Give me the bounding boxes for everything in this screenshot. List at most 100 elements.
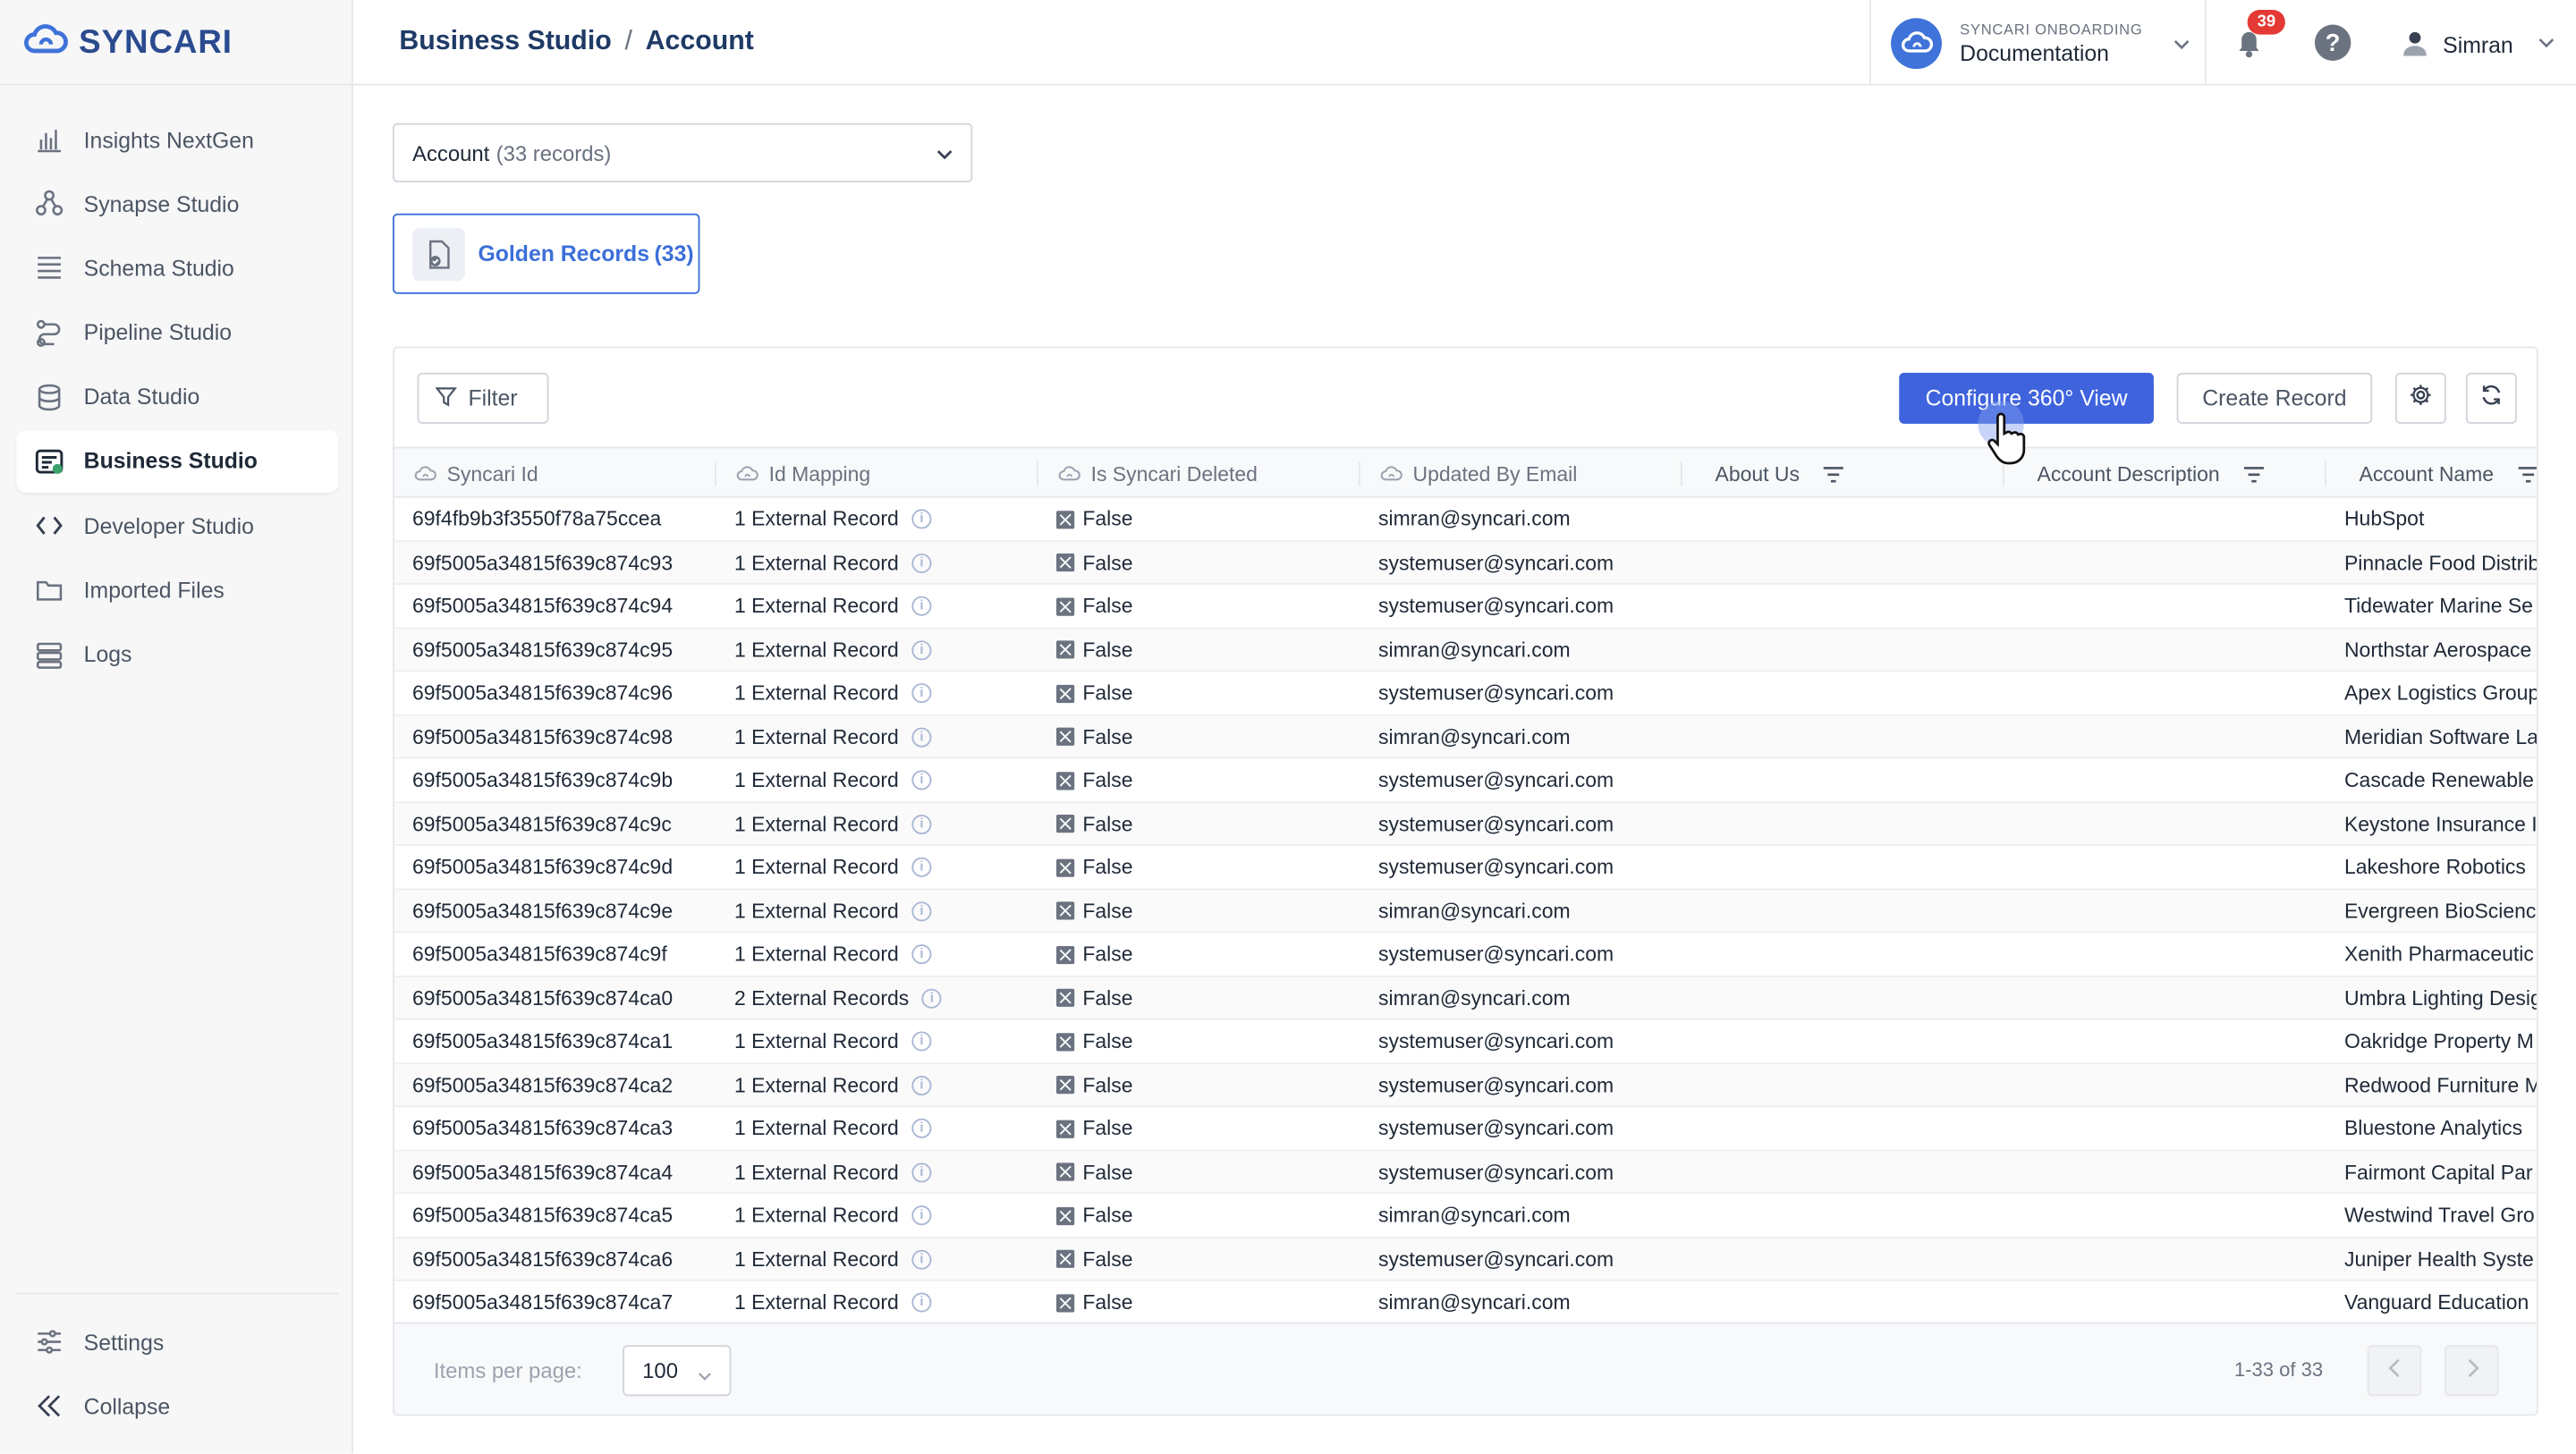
- table-row[interactable]: 69f5005a34815f639c874ca5 1 External Recor…: [394, 1194, 2537, 1238]
- table-cell[interactable]: 69f5005a34815f639c874ca1: [412, 1020, 716, 1063]
- breadcrumb-item-business-studio[interactable]: Business Studio: [399, 26, 611, 57]
- column-header-account-name[interactable]: Account Name: [2360, 448, 2537, 499]
- column-header-is-syncari-deleted[interactable]: Is Syncari Deleted: [1058, 448, 1360, 499]
- sidebar-item-settings[interactable]: Settings: [16, 1311, 338, 1374]
- refresh-button[interactable]: [2465, 372, 2517, 424]
- table-row[interactable]: 69f5005a34815f639c874ca6 1 External Recor…: [394, 1237, 2537, 1281]
- help-icon[interactable]: ?: [2314, 24, 2351, 61]
- filter-button[interactable]: Filter: [417, 372, 549, 424]
- info-icon[interactable]: i: [911, 944, 932, 965]
- table-cell[interactable]: 69f5005a34815f639c874c95: [412, 629, 716, 672]
- sidebar-item-schema-studio[interactable]: Schema Studio: [16, 237, 338, 300]
- info-icon[interactable]: i: [911, 639, 932, 660]
- org-switcher[interactable]: SYNCARI ONBOARDING Documentation: [1869, 0, 2207, 86]
- golden-records-tab[interactable]: Golden Records (33): [392, 213, 700, 294]
- table-row[interactable]: 69f5005a34815f639c874c9d 1 External Recor…: [394, 846, 2537, 890]
- column-filter-icon[interactable]: [2220, 464, 2266, 484]
- table-cell[interactable]: 69f5005a34815f639c874c9b: [412, 759, 716, 802]
- table-row[interactable]: 69f5005a34815f639c874c94 1 External Recor…: [394, 585, 2537, 629]
- table-cell[interactable]: 69f5005a34815f639c874c9e: [412, 890, 716, 933]
- table-row[interactable]: 69f5005a34815f639c874c93 1 External Recor…: [394, 541, 2537, 585]
- table-cell[interactable]: 69f5005a34815f639c874c94: [412, 585, 716, 628]
- table-cell[interactable]: 69f5005a34815f639c874ca5: [412, 1194, 716, 1237]
- table-cell[interactable]: 69f5005a34815f639c874ca7: [412, 1281, 716, 1324]
- table-row[interactable]: 69f5005a34815f639c874ca0 2 External Recor…: [394, 976, 2537, 1020]
- table-cell[interactable]: 69f5005a34815f639c874c9d: [412, 846, 716, 889]
- table-cell[interactable]: 69f5005a34815f639c874c98: [412, 715, 716, 758]
- table-row[interactable]: 69f5005a34815f639c874c9b 1 External Recor…: [394, 759, 2537, 803]
- info-icon[interactable]: i: [911, 900, 932, 921]
- previous-page-button[interactable]: [2367, 1345, 2422, 1397]
- column-header-id-mapping[interactable]: Id Mapping: [736, 448, 1038, 499]
- sidebar-item-data-studio[interactable]: Data Studio: [16, 366, 338, 428]
- table-row[interactable]: 69f5005a34815f639c874c95 1 External Recor…: [394, 628, 2537, 672]
- table-cell[interactable]: 69f4fb9b3f3550f78a75ccea: [412, 498, 716, 541]
- table-cell: [2022, 1281, 2326, 1324]
- column-header-syncari-id[interactable]: Syncari Id: [414, 448, 716, 499]
- info-icon[interactable]: i: [911, 596, 932, 616]
- items-per-page-select[interactable]: 100: [623, 1345, 732, 1397]
- table-cell[interactable]: 69f5005a34815f639c874c9c: [412, 802, 716, 845]
- table-row[interactable]: 69f5005a34815f639c874ca3 1 External Recor…: [394, 1107, 2537, 1151]
- sidebar-item-insights-nextgen[interactable]: Insights NextGen: [16, 108, 338, 171]
- table-cell[interactable]: 69f5005a34815f639c874ca6: [412, 1238, 716, 1281]
- table-cell: systemuser@syncari.com: [1378, 1238, 1682, 1281]
- divider: [0, 83, 353, 86]
- sidebar-item-logs[interactable]: Logs: [16, 623, 338, 686]
- info-icon[interactable]: i: [911, 1248, 932, 1269]
- table-cell[interactable]: 69f5005a34815f639c874c9f: [412, 933, 716, 976]
- info-icon[interactable]: i: [921, 987, 943, 1008]
- table-cell[interactable]: 69f5005a34815f639c874ca3: [412, 1107, 716, 1150]
- table-row[interactable]: 69f5005a34815f639c874c9e 1 External Recor…: [394, 889, 2537, 934]
- sidebar-item-developer-studio[interactable]: Developer Studio: [16, 495, 338, 557]
- cell-text: False: [1082, 812, 1133, 835]
- sidebar-item-business-studio[interactable]: Business Studio: [16, 430, 339, 493]
- table-row[interactable]: 69f5005a34815f639c874c96 1 External Recor…: [394, 672, 2537, 715]
- table-row[interactable]: 69f5005a34815f639c874ca2 1 External Recor…: [394, 1063, 2537, 1107]
- table-cell[interactable]: 69f5005a34815f639c874c93: [412, 541, 716, 584]
- column-header-account-description[interactable]: Account Description: [2038, 448, 2326, 499]
- info-icon[interactable]: i: [911, 1205, 932, 1226]
- table-row[interactable]: 69f5005a34815f639c874ca4 1 External Recor…: [394, 1150, 2537, 1195]
- sidebar-item-collapse[interactable]: Collapse: [16, 1375, 338, 1438]
- column-filter-icon[interactable]: [1800, 464, 1845, 484]
- info-icon[interactable]: i: [911, 683, 932, 704]
- sidebar-item-imported-files[interactable]: Imported Files: [16, 559, 338, 621]
- column-header-about-us[interactable]: About Us: [1716, 448, 2004, 499]
- table-cell[interactable]: 69f5005a34815f639c874c96: [412, 672, 716, 714]
- column-header-updated-by-email[interactable]: Updated By Email: [1380, 448, 1682, 499]
- info-icon[interactable]: i: [911, 553, 932, 573]
- user-name: Simran: [2443, 32, 2513, 58]
- info-icon[interactable]: i: [911, 770, 932, 790]
- table-row[interactable]: 69f5005a34815f639c874c9f 1 External Recor…: [394, 933, 2537, 976]
- table-cell[interactable]: 69f5005a34815f639c874ca2: [412, 1063, 716, 1106]
- settings-button[interactable]: [2394, 372, 2446, 424]
- sidebar-item-synapse-studio[interactable]: Synapse Studio: [16, 173, 338, 235]
- next-page-button[interactable]: [2445, 1345, 2499, 1397]
- info-icon[interactable]: i: [911, 814, 932, 834]
- info-icon[interactable]: i: [911, 509, 932, 529]
- logo[interactable]: SYNCARI: [23, 20, 233, 65]
- table-cell[interactable]: 69f5005a34815f639c874ca4: [412, 1151, 716, 1194]
- table-cell[interactable]: 69f5005a34815f639c874ca0: [412, 976, 716, 1019]
- column-filter-icon[interactable]: [2494, 464, 2537, 484]
- info-icon[interactable]: i: [911, 1292, 932, 1313]
- info-icon[interactable]: i: [911, 1118, 932, 1138]
- sidebar-item-pipeline-studio[interactable]: Pipeline Studio: [16, 301, 338, 364]
- false-checkbox-icon: [1055, 727, 1075, 746]
- info-icon[interactable]: i: [911, 1162, 932, 1182]
- create-record-button[interactable]: Create Record: [2176, 372, 2373, 424]
- entity-select[interactable]: Account (33 records): [392, 123, 973, 182]
- chevron-down-icon[interactable]: [2172, 33, 2191, 63]
- table-row[interactable]: 69f4fb9b3f3550f78a75ccea 1 External Recor…: [394, 498, 2537, 542]
- user-menu[interactable]: Simran: [2400, 28, 2555, 63]
- table-row[interactable]: 69f5005a34815f639c874ca1 1 External Recor…: [394, 1020, 2537, 1064]
- info-icon[interactable]: i: [911, 726, 932, 747]
- info-icon[interactable]: i: [911, 1031, 932, 1052]
- table-row[interactable]: 69f5005a34815f639c874ca7 1 External Recor…: [394, 1281, 2537, 1325]
- info-icon[interactable]: i: [911, 857, 932, 877]
- cell-text: False: [1082, 551, 1133, 574]
- info-icon[interactable]: i: [911, 1075, 932, 1095]
- table-row[interactable]: 69f5005a34815f639c874c9c 1 External Recor…: [394, 802, 2537, 846]
- table-row[interactable]: 69f5005a34815f639c874c98 1 External Recor…: [394, 714, 2537, 759]
